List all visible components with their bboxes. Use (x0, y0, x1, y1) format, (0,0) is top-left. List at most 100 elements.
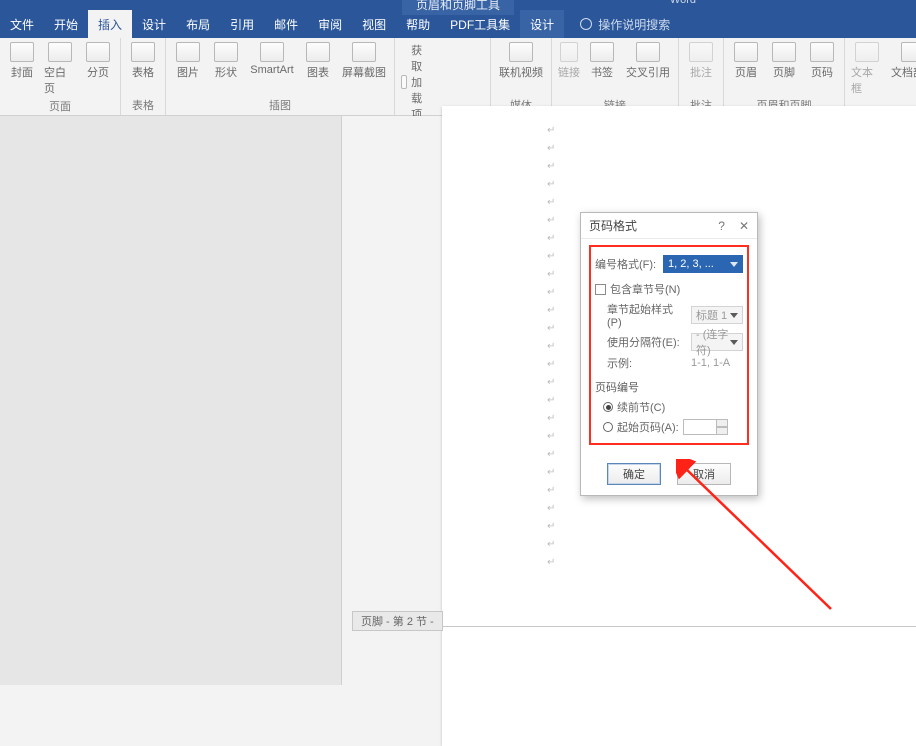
start-at-label: 起始页码(A): (617, 419, 679, 435)
spin-down-button[interactable] (716, 427, 728, 435)
smartart-label: SmartArt (250, 64, 293, 76)
header-icon (734, 42, 758, 62)
radio-unselected-icon (603, 422, 613, 432)
group-media: 联机视频 媒体 (491, 38, 552, 115)
dialog-titlebar[interactable]: 页码格式 ? ✕ (581, 213, 757, 239)
link-button[interactable]: 链接 (558, 42, 580, 80)
quick-parts-button[interactable]: 文档部件 (889, 42, 916, 80)
tab-design[interactable]: 设计 (132, 10, 176, 38)
footer-divider (442, 626, 916, 627)
group-illustrations: 图片 形状 SmartArt 图表 屏幕截图 插图 (166, 38, 395, 115)
tab-layout[interactable]: 布局 (176, 10, 220, 38)
online-video-button[interactable]: 联机视频 (497, 42, 545, 80)
dialog-close-button[interactable]: ✕ (739, 219, 749, 233)
online-video-label: 联机视频 (499, 64, 543, 80)
cover-page-button[interactable]: 封面 (6, 42, 38, 80)
pictures-label: 图片 (177, 64, 199, 80)
cover-page-label: 封面 (11, 64, 33, 80)
header-button[interactable]: 页眉 (730, 42, 762, 80)
link-label: 链接 (558, 64, 580, 80)
blank-page-label: 空白页 (44, 64, 76, 96)
group-tables: 表格 表格 (121, 38, 166, 115)
lightbulb-icon (580, 18, 592, 30)
xref-icon (636, 42, 660, 62)
tab-review[interactable]: 审阅 (308, 10, 352, 38)
comment-label: 批注 (690, 64, 712, 80)
example-value: 1-1, 1-A (691, 357, 730, 369)
comment-button[interactable]: 批注 (685, 42, 717, 80)
bookmark-button[interactable]: 书签 (586, 42, 618, 80)
table-label: 表格 (132, 64, 154, 80)
tell-me-search[interactable]: 操作说明搜索 (580, 16, 670, 33)
page-number-button[interactable]: 页码 (806, 42, 838, 80)
pictures-button[interactable]: 图片 (172, 42, 204, 80)
screenshot-icon (352, 42, 376, 62)
continue-previous-radio[interactable]: 续前节(C) (603, 399, 743, 415)
table-icon (131, 42, 155, 62)
tab-mailings[interactable]: 邮件 (264, 10, 308, 38)
blank-page-button[interactable]: 空白页 (44, 42, 76, 96)
chevron-down-icon (730, 340, 738, 345)
textbox-icon (855, 42, 879, 62)
table-button[interactable]: 表格 (127, 42, 159, 80)
tab-home[interactable]: 开始 (44, 10, 88, 38)
start-at-spinner[interactable] (683, 419, 728, 435)
navigation-pane[interactable] (0, 116, 342, 685)
number-format-select[interactable]: 1, 2, 3, ... (663, 255, 743, 273)
footer-section-tag: 页脚 - 第 2 节 - (352, 611, 443, 631)
screenshot-label: 屏幕截图 (342, 64, 386, 80)
checkbox-icon (595, 284, 606, 295)
dialog-help-button[interactable]: ? (718, 219, 725, 233)
number-format-label: 编号格式(F): (595, 256, 659, 272)
blank-page-icon (48, 42, 72, 62)
smartart-button[interactable]: SmartArt (248, 42, 296, 76)
quick-parts-label: 文档部件 (891, 64, 916, 80)
spin-up-button[interactable] (716, 419, 728, 427)
bookmark-label: 书签 (591, 64, 613, 80)
shapes-button[interactable]: 形状 (210, 42, 242, 80)
tab-context-design[interactable]: 设计 (520, 10, 564, 38)
group-links: 链接 书签 交叉引用 链接 (552, 38, 679, 115)
cancel-button[interactable]: 取消 (677, 463, 731, 485)
group-illustrations-label: 插图 (269, 97, 291, 113)
footer-button[interactable]: 页脚 (768, 42, 800, 80)
start-at-radio[interactable]: 起始页码(A): (603, 419, 743, 435)
tab-file[interactable]: 文件 (0, 10, 44, 38)
chapter-style-value: 标题 1 (696, 307, 727, 323)
highlight-region: 编号格式(F): 1, 2, 3, ... 包含章节号(N) 章节起始样式(P)… (589, 245, 749, 445)
page-break-button[interactable]: 分页 (82, 42, 114, 80)
page-number-format-dialog: 页码格式 ? ✕ 编号格式(F): 1, 2, 3, ... 包含章节号(N) … (580, 212, 758, 496)
screenshot-button[interactable]: 屏幕截图 (340, 42, 388, 80)
page-break-icon (86, 42, 110, 62)
tab-view[interactable]: 视图 (352, 10, 396, 38)
page-numbering-section: 页码编号 (595, 379, 743, 395)
link-icon (560, 42, 578, 62)
get-addins-label: 获取加载项 (411, 42, 430, 122)
shapes-label: 形状 (215, 64, 237, 80)
get-addins-button[interactable]: 获取加载项 (401, 42, 430, 122)
page-number-icon (810, 42, 834, 62)
separator-value: - (连字符) (696, 326, 730, 358)
tab-references[interactable]: 引用 (220, 10, 264, 38)
pictures-icon (176, 42, 200, 62)
context-tools-title: 页眉和页脚工具 (402, 0, 514, 15)
tell-me-label: 操作说明搜索 (598, 16, 670, 33)
group-tables-label: 表格 (132, 97, 154, 113)
start-at-input[interactable] (683, 419, 717, 435)
chart-button[interactable]: 图表 (302, 42, 334, 80)
cover-page-icon (10, 42, 34, 62)
comment-icon (689, 42, 713, 62)
ok-button[interactable]: 确定 (607, 463, 661, 485)
include-chapter-checkbox[interactable]: 包含章节号(N) (595, 281, 743, 297)
bookmark-icon (590, 42, 614, 62)
textbox-label: 文本框 (851, 64, 883, 96)
title-bar: 页眉和页脚工具 Word (0, 0, 916, 10)
group-text: 文本框 文档部件 (845, 38, 916, 115)
cross-reference-button[interactable]: 交叉引用 (624, 42, 672, 80)
smartart-icon (260, 42, 284, 62)
group-pages-label: 页面 (49, 98, 71, 114)
group-pages: 封面 空白页 分页 页面 (0, 38, 121, 115)
textbox-button[interactable]: 文本框 (851, 42, 883, 96)
footer-label: 页脚 (773, 64, 795, 80)
tab-insert[interactable]: 插入 (88, 10, 132, 38)
